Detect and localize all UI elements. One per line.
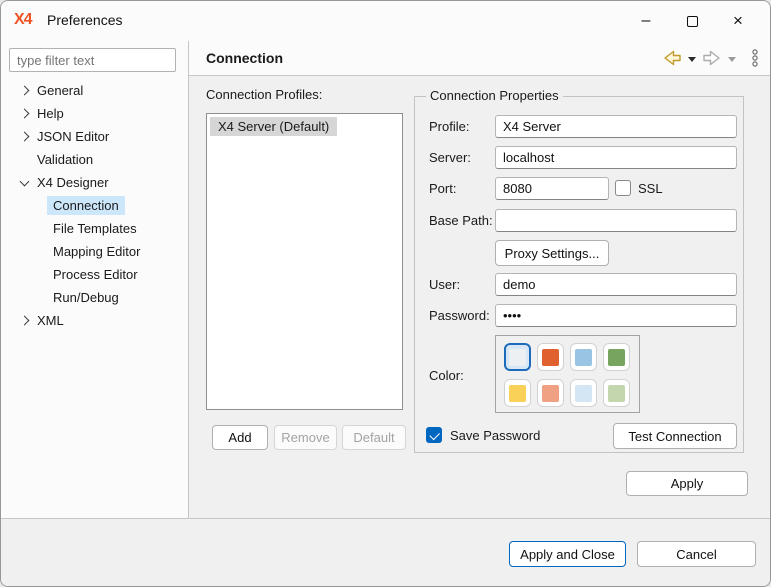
swatch-color (509, 385, 526, 402)
profile-label: Profile: (429, 119, 469, 134)
apply-button[interactable]: Apply (626, 471, 748, 496)
sidebar-item-label: XML (31, 311, 70, 330)
minimize-icon: – (642, 12, 651, 30)
list-item-selected[interactable]: X4 Server (Default) (210, 117, 337, 136)
save-password-label: Save Password (450, 428, 540, 443)
sidebar-item-json-editor[interactable]: JSON Editor (1, 125, 188, 148)
color-swatch[interactable] (570, 379, 597, 407)
forward-arrow-icon[interactable] (702, 50, 722, 66)
window-title: Preferences (47, 12, 122, 28)
sidebar-item-label: File Templates (47, 219, 143, 238)
group-title: Connection Properties (426, 88, 563, 103)
swatch-color (575, 349, 592, 366)
color-swatch[interactable] (570, 343, 597, 371)
apply-and-close-button[interactable]: Apply and Close (509, 541, 626, 567)
test-connection-button[interactable]: Test Connection (613, 423, 737, 449)
close-button[interactable]: × (715, 1, 761, 41)
password-label: Password: (429, 308, 490, 323)
chevron-right-icon[interactable] (20, 109, 30, 119)
proxy-settings-button[interactable]: Proxy Settings... (495, 240, 609, 266)
sidebar-item-connection[interactable]: Connection (1, 194, 188, 217)
chevron-right-icon[interactable] (20, 86, 30, 96)
sidebar-item-label: JSON Editor (31, 127, 115, 146)
close-icon: × (733, 11, 743, 31)
sidebar-item-process-editor[interactable]: Process Editor (1, 263, 188, 286)
title-bar: X4 Preferences – × (1, 1, 770, 41)
sidebar-item-file-templates[interactable]: File Templates (1, 217, 188, 240)
server-field[interactable] (495, 146, 737, 169)
history-toolbar (662, 49, 760, 67)
cancel-button[interactable]: Cancel (637, 541, 756, 567)
page-header: Connection (189, 41, 771, 76)
profiles-list-label: Connection Profiles: (206, 87, 322, 102)
sidebar-item-label-selected: Connection (47, 196, 125, 215)
base-path-label: Base Path: (429, 213, 493, 228)
base-path-field[interactable] (495, 209, 737, 232)
sidebar-item-label: X4 Designer (31, 173, 115, 192)
add-button[interactable]: Add (212, 425, 268, 450)
color-swatch[interactable] (603, 343, 630, 371)
sidebar-item-validation[interactable]: Validation (1, 148, 188, 171)
port-label: Port: (429, 181, 456, 196)
sidebar-item-help[interactable]: Help (1, 102, 188, 125)
swatch-color (608, 349, 625, 366)
sidebar-item-run-debug[interactable]: Run/Debug (1, 286, 188, 309)
color-swatch[interactable] (603, 379, 630, 407)
back-arrow-icon[interactable] (662, 50, 682, 66)
user-field[interactable] (495, 273, 737, 296)
filter-input[interactable] (9, 48, 176, 72)
maximize-icon (687, 16, 698, 27)
sidebar-item-xml[interactable]: XML (1, 309, 188, 332)
connection-profiles-list[interactable]: X4 Server (Default) (206, 113, 403, 410)
color-swatch[interactable] (537, 343, 564, 371)
chevron-down-icon[interactable] (20, 177, 30, 187)
preferences-tree: General Help JSON Editor Validation X4 D… (1, 79, 188, 332)
sidebar-item-label: Mapping Editor (47, 242, 146, 261)
connection-page: Connection Profiles: X4 Server (Default)… (189, 76, 771, 519)
password-field[interactable] (495, 304, 737, 327)
sidebar: General Help JSON Editor Validation X4 D… (1, 41, 188, 519)
sidebar-item-label: Run/Debug (47, 288, 125, 307)
preferences-dialog: X4 Preferences – × General Help JSON Edi… (0, 0, 771, 587)
save-password-checkbox[interactable] (426, 427, 442, 443)
remove-button[interactable]: Remove (274, 425, 337, 450)
sidebar-item-label: General (31, 81, 89, 100)
sidebar-item-mapping-editor[interactable]: Mapping Editor (1, 240, 188, 263)
swatch-color (542, 349, 559, 366)
chevron-right-icon[interactable] (20, 316, 30, 326)
view-menu-icon[interactable] (750, 49, 760, 67)
color-label: Color: (429, 368, 464, 383)
server-label: Server: (429, 150, 471, 165)
user-label: User: (429, 277, 460, 292)
connection-properties-group: Connection Properties Profile: Server: P… (414, 96, 744, 453)
sidebar-item-x4-designer[interactable]: X4 Designer (1, 171, 188, 194)
color-swatch-panel (495, 335, 640, 413)
x4-logo-icon: X4 (14, 11, 32, 29)
minimize-button[interactable]: – (623, 1, 669, 41)
swatch-color (608, 385, 625, 402)
color-swatch[interactable] (537, 379, 564, 407)
maximize-button[interactable] (669, 1, 715, 41)
chevron-right-icon[interactable] (20, 132, 30, 142)
sidebar-item-label: Process Editor (47, 265, 144, 284)
forward-dropdown-icon[interactable] (728, 57, 736, 62)
ssl-checkbox[interactable] (615, 180, 631, 196)
sidebar-item-label: Help (31, 104, 70, 123)
profile-field[interactable] (495, 115, 737, 138)
sidebar-item-label: Validation (31, 150, 99, 169)
color-swatch[interactable] (504, 379, 531, 407)
back-dropdown-icon[interactable] (688, 57, 696, 62)
port-field[interactable] (495, 177, 609, 200)
swatch-color (575, 385, 592, 402)
default-button[interactable]: Default (342, 425, 406, 450)
swatch-color (509, 349, 526, 366)
sidebar-item-general[interactable]: General (1, 79, 188, 102)
color-swatch-selected[interactable] (504, 343, 531, 371)
bottom-bar: Apply and Close Cancel (1, 519, 771, 587)
swatch-color (542, 385, 559, 402)
page-title: Connection (206, 50, 283, 66)
ssl-label: SSL (638, 181, 663, 196)
